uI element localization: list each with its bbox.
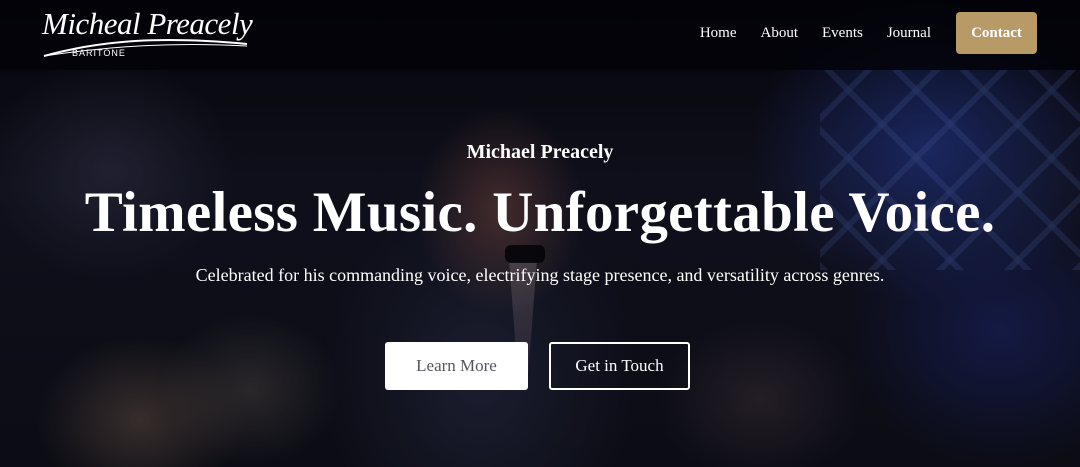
site-logo[interactable]: Micheal Preacely BARITONE bbox=[42, 4, 253, 62]
learn-more-button[interactable]: Learn More bbox=[385, 342, 528, 390]
logo-subtitle: BARITONE bbox=[72, 48, 126, 58]
contact-button[interactable]: Contact bbox=[956, 12, 1037, 54]
nav-events-link[interactable]: Events bbox=[822, 25, 863, 42]
get-in-touch-button[interactable]: Get in Touch bbox=[549, 342, 690, 390]
hero-artist-name: Michael Preacely bbox=[466, 141, 614, 163]
hero-tagline: Celebrated for his commanding voice, ele… bbox=[195, 265, 885, 285]
nav-about-link[interactable]: About bbox=[761, 25, 799, 42]
main-nav: Home About Events Journal Contact bbox=[700, 12, 1037, 54]
nav-journal-link[interactable]: Journal bbox=[887, 25, 931, 42]
nav-home-link[interactable]: Home bbox=[700, 25, 737, 42]
site-header: Micheal Preacely BARITONE Home About Eve… bbox=[0, 0, 1080, 70]
hero-headline: Timeless Music. Unforgettable Voice. bbox=[84, 181, 996, 244]
